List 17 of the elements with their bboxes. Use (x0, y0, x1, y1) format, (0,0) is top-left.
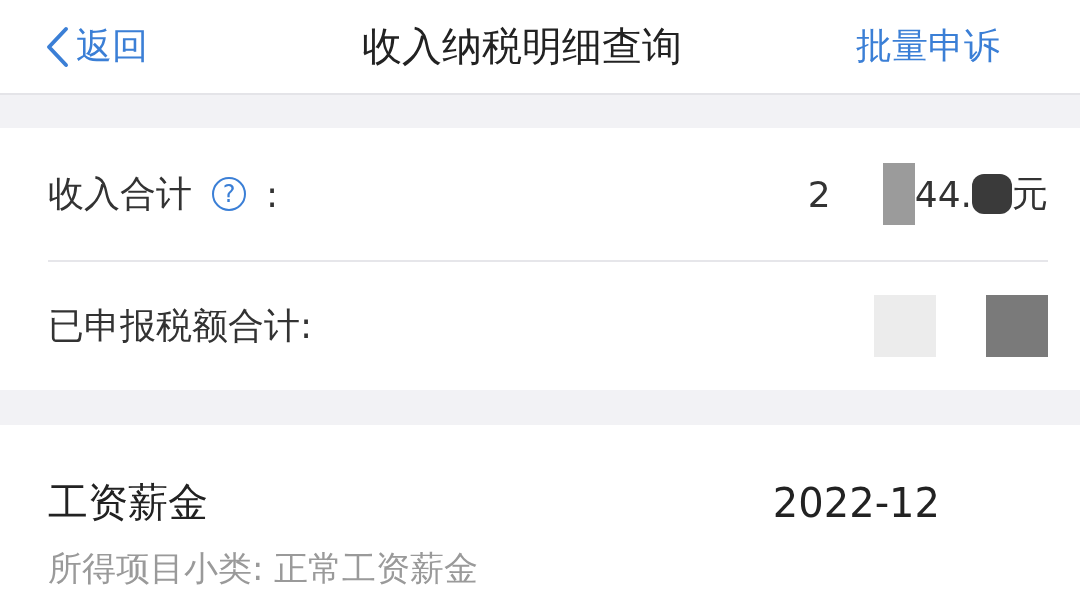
help-icon[interactable]: ? (212, 177, 246, 211)
amount-text: 44. (914, 173, 972, 215)
redaction-block (972, 174, 1012, 214)
colon-label: : (266, 173, 279, 215)
chevron-left-icon (44, 25, 70, 68)
batch-appeal-button[interactable]: 批量申诉 (856, 22, 1000, 71)
back-button[interactable]: 返回 (44, 22, 148, 71)
income-subtype: 所得项目小类: 正常工资薪金 (48, 547, 480, 590)
summary-label: 收入合计 (48, 171, 192, 216)
redaction-block (986, 295, 1048, 357)
income-type: 工资薪金 (48, 478, 208, 527)
redaction-block (882, 163, 915, 225)
amount-text: 元 (1012, 171, 1048, 216)
summary-label: 已申报税额合计: (48, 303, 313, 348)
income-period: 2022-12 (772, 479, 940, 526)
page-title: 收入纳税明细查询 (362, 22, 682, 71)
amount-text: 2 (807, 173, 831, 215)
